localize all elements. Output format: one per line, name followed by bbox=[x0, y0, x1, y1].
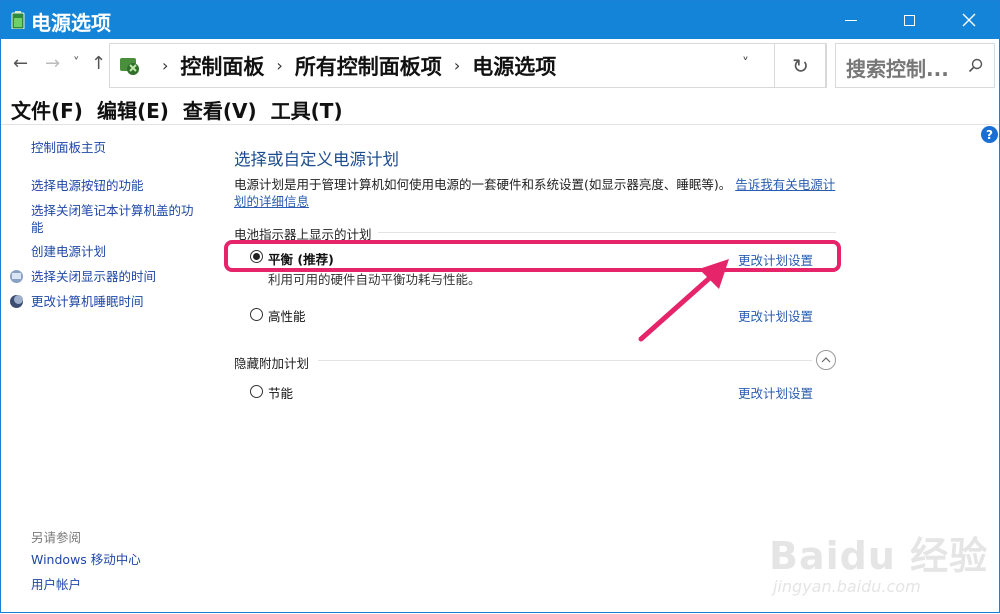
plan-power-saver-change-link[interactable]: 更改计划设置 bbox=[738, 383, 813, 402]
hidden-plans-label: 隐藏附加计划 bbox=[234, 356, 310, 371]
lid-close-link-wrap[interactable]: 能 bbox=[31, 219, 44, 237]
chevron-down-icon: ˅ bbox=[73, 56, 80, 71]
breadcrumb-separator-icon: › bbox=[276, 56, 283, 75]
back-button[interactable]: ← bbox=[13, 53, 28, 74]
sleep-time-link[interactable]: 更改计算机睡眠时间 bbox=[31, 293, 144, 311]
title-bar: 电源选项 bbox=[1, 1, 999, 39]
plan-high-performance-label[interactable]: 高性能 bbox=[268, 306, 306, 325]
plan-high-performance-radio[interactable] bbox=[250, 308, 263, 321]
monitor-shield-icon bbox=[10, 270, 23, 283]
group-divider bbox=[318, 360, 812, 361]
close-button[interactable] bbox=[941, 1, 997, 39]
create-plan-link[interactable]: 创建电源计划 bbox=[31, 243, 106, 261]
menu-file[interactable]: 文件(F) bbox=[11, 95, 83, 123]
see-also-label: 另请参阅 bbox=[31, 530, 82, 545]
window-title: 电源选项 bbox=[31, 11, 111, 35]
refresh-button[interactable]: ↻ bbox=[774, 43, 827, 88]
description-text: 电源计划是用于管理计算机如何使用电源的一套硬件和系统设置(如显示器亮度、睡眠等)… bbox=[234, 177, 732, 192]
breadcrumb-separator-icon: › bbox=[162, 56, 169, 75]
search-icon bbox=[968, 58, 983, 73]
user-accounts-link[interactable]: 用户帐户 bbox=[31, 576, 81, 594]
chevron-up-icon bbox=[821, 357, 831, 363]
plan-high-performance-change-link[interactable]: 更改计划设置 bbox=[738, 306, 813, 325]
minimize-icon bbox=[845, 19, 857, 21]
forward-button[interactable]: → bbox=[45, 53, 60, 74]
watermark-brand: Baidu 经验 bbox=[769, 534, 989, 578]
description: 电源计划是用于管理计算机如何使用电源的一套硬件和系统设置(如显示器亮度、睡眠等)… bbox=[234, 176, 839, 210]
page-title: 选择或自定义电源计划 bbox=[234, 150, 399, 169]
back-arrow-icon: ← bbox=[13, 53, 29, 74]
plan-power-saver-radio[interactable] bbox=[250, 385, 263, 398]
plan-balanced-label[interactable]: 平衡 (推荐) bbox=[268, 249, 334, 268]
up-arrow-icon: ↑ bbox=[91, 53, 107, 74]
mobility-center-link[interactable]: Windows 移动中心 bbox=[31, 551, 141, 569]
display-off-link[interactable]: 选择关闭显示器的时间 bbox=[31, 268, 156, 286]
help-icon: ? bbox=[986, 127, 993, 142]
menu-view[interactable]: 查看(V) bbox=[183, 95, 257, 123]
plan-power-saver-label[interactable]: 节能 bbox=[268, 383, 293, 402]
refresh-icon: ↻ bbox=[792, 53, 809, 78]
power-button-link[interactable]: 选择电源按钮的功能 bbox=[31, 177, 144, 195]
menu-tools[interactable]: 工具(T) bbox=[271, 95, 343, 123]
annotation-arrow bbox=[638, 259, 729, 342]
address-dropdown-button[interactable]: ˅ bbox=[742, 56, 749, 72]
maximize-button[interactable] bbox=[881, 1, 937, 39]
navigation-bar: ← → ˅ ↑ › 控制面板 › 所有控制面板项 › 电源选项 ˅ ↻ 搜索控制… bbox=[1, 39, 999, 91]
lid-close-link[interactable]: 选择关闭笔记本计算机盖的功 bbox=[31, 202, 194, 220]
up-button[interactable]: ↑ bbox=[91, 53, 106, 74]
collapse-button[interactable] bbox=[816, 350, 836, 370]
close-icon bbox=[962, 13, 976, 27]
plan-balanced-change-link[interactable]: 更改计划设置 bbox=[738, 250, 813, 269]
minimize-button[interactable] bbox=[823, 1, 879, 39]
menu-divider bbox=[1, 124, 999, 125]
search-box[interactable]: 搜索控制... bbox=[835, 43, 995, 88]
group-divider bbox=[378, 232, 836, 233]
address-bar[interactable]: › 控制面板 › 所有控制面板项 › 电源选项 ˅ bbox=[109, 43, 826, 88]
control-panel-home-link[interactable]: 控制面板主页 bbox=[31, 139, 106, 157]
breadcrumb-item-control-panel[interactable]: 控制面板 bbox=[180, 51, 264, 81]
power-options-window: 电源选项 ← → ˅ ↑ › 控制面板 › 所有控制面板项 › 电源选项 ˅ ↻… bbox=[0, 0, 1000, 613]
watermark-url: jingyan.baidu.com bbox=[773, 577, 921, 596]
chevron-down-icon: ˅ bbox=[742, 56, 749, 72]
plan-balanced-radio[interactable] bbox=[250, 250, 263, 263]
recent-locations-button[interactable]: ˅ bbox=[73, 56, 80, 71]
breadcrumb-item-power-options[interactable]: 电源选项 bbox=[472, 51, 556, 81]
watermark: Baidu 经验 jingyan.baidu.com bbox=[769, 507, 1000, 614]
search-input[interactable]: 搜索控制... bbox=[846, 53, 949, 82]
menu-edit[interactable]: 编辑(E) bbox=[97, 95, 169, 123]
breadcrumb-item-all-items[interactable]: 所有控制面板项 bbox=[295, 51, 442, 81]
menu-bar: 文件(F) 编辑(E) 查看(V) 工具(T) bbox=[11, 95, 343, 123]
battery-icon bbox=[11, 11, 25, 29]
moon-icon bbox=[10, 295, 23, 308]
help-button[interactable]: ? bbox=[981, 126, 998, 143]
forward-arrow-icon: → bbox=[45, 53, 61, 74]
breadcrumb: › 控制面板 › 所有控制面板项 › 电源选项 bbox=[118, 44, 556, 87]
breadcrumb-separator-icon: › bbox=[453, 56, 461, 75]
control-panel-icon bbox=[120, 57, 139, 75]
maximize-icon bbox=[903, 14, 915, 26]
